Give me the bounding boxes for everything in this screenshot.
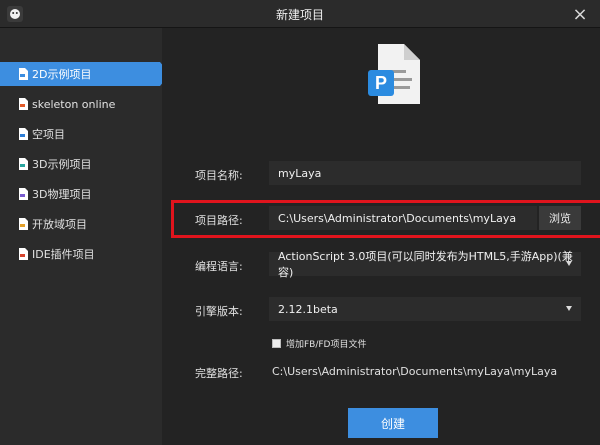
sidebar-item-open-domain[interactable]: 开放域项目 <box>0 212 162 236</box>
project-name-label: 项目名称: <box>195 169 243 182</box>
sidebar-item-skeleton-online[interactable]: skeleton online <box>0 92 162 116</box>
full-path-value: C:\Users\Administrator\Documents\myLaya\… <box>272 365 558 378</box>
sidebar-item-label: skeleton online <box>32 97 116 111</box>
empty-project-file-icon <box>19 128 28 140</box>
browse-button-container: 浏览 <box>162 206 600 230</box>
engine-version-label: 引擎版本: <box>195 305 243 318</box>
engine-version-select[interactable]: 2.12.1beta <box>269 297 581 321</box>
programming-language-select[interactable]: ActionScript 3.0项目(可以同时发布为HTML5,手游App)(兼… <box>269 250 581 279</box>
title-bar: 新建项目 × <box>0 0 600 28</box>
2d-sample-file-icon <box>19 68 28 80</box>
sidebar-item-ide-plugin[interactable]: IDE插件项目 <box>0 242 162 266</box>
window-title: 新建项目 <box>275 8 324 22</box>
close-icon[interactable]: × <box>568 2 592 26</box>
sidebar-item-label: 3D物理项目 <box>32 188 92 201</box>
template-sidebar: 2D示例项目 skeleton online 空项目 3D示例项目 3D物理项目… <box>0 28 170 445</box>
sidebar-item-2d-sample[interactable]: 2D示例项目 <box>0 62 170 86</box>
sidebar-item-3d-sample[interactable]: 3D示例项目 <box>0 152 162 176</box>
sidebar-item-label: 3D示例项目 <box>32 158 92 171</box>
chevron-down-icon <box>566 306 572 311</box>
sidebar-item-label: 开放域项目 <box>32 218 87 231</box>
chevron-down-icon <box>566 261 572 266</box>
browse-button[interactable]: 浏览 <box>539 206 581 230</box>
sidebar-item-3d-physics[interactable]: 3D物理项目 <box>0 182 162 206</box>
sidebar-item-label: 2D示例项目 <box>32 68 92 81</box>
sidebar-item-empty-project[interactable]: 空项目 <box>0 122 162 146</box>
3d-sample-file-icon <box>19 158 28 170</box>
sidebar-item-label: 空项目 <box>32 128 65 141</box>
skeleton-file-icon <box>19 98 28 110</box>
programming-language-label: 编程语言: <box>195 260 243 273</box>
open-domain-file-icon <box>19 218 28 230</box>
project-form-panel: P 项目名称: myLaya 项目路径: C:\Users\Administra… <box>162 28 600 445</box>
project-name-input[interactable]: myLaya <box>269 161 581 185</box>
project-document-icon: P <box>368 44 420 104</box>
ide-plugin-file-icon <box>19 248 28 260</box>
fbfd-checkbox[interactable] <box>272 339 281 348</box>
sidebar-item-label: IDE插件项目 <box>32 248 95 261</box>
project-name-value: myLaya <box>278 166 322 180</box>
svg-text:P: P <box>375 73 387 93</box>
engine-version-value: 2.12.1beta <box>278 302 338 316</box>
fbfd-checkbox-label: 增加FB/FD项目文件 <box>286 340 367 350</box>
programming-language-value: ActionScript 3.0项目(可以同时发布为HTML5,手游App)(兼… <box>278 250 573 279</box>
create-button[interactable]: 创建 <box>348 408 438 438</box>
full-path-label: 完整路径: <box>195 367 243 380</box>
3d-physics-file-icon <box>19 188 28 200</box>
